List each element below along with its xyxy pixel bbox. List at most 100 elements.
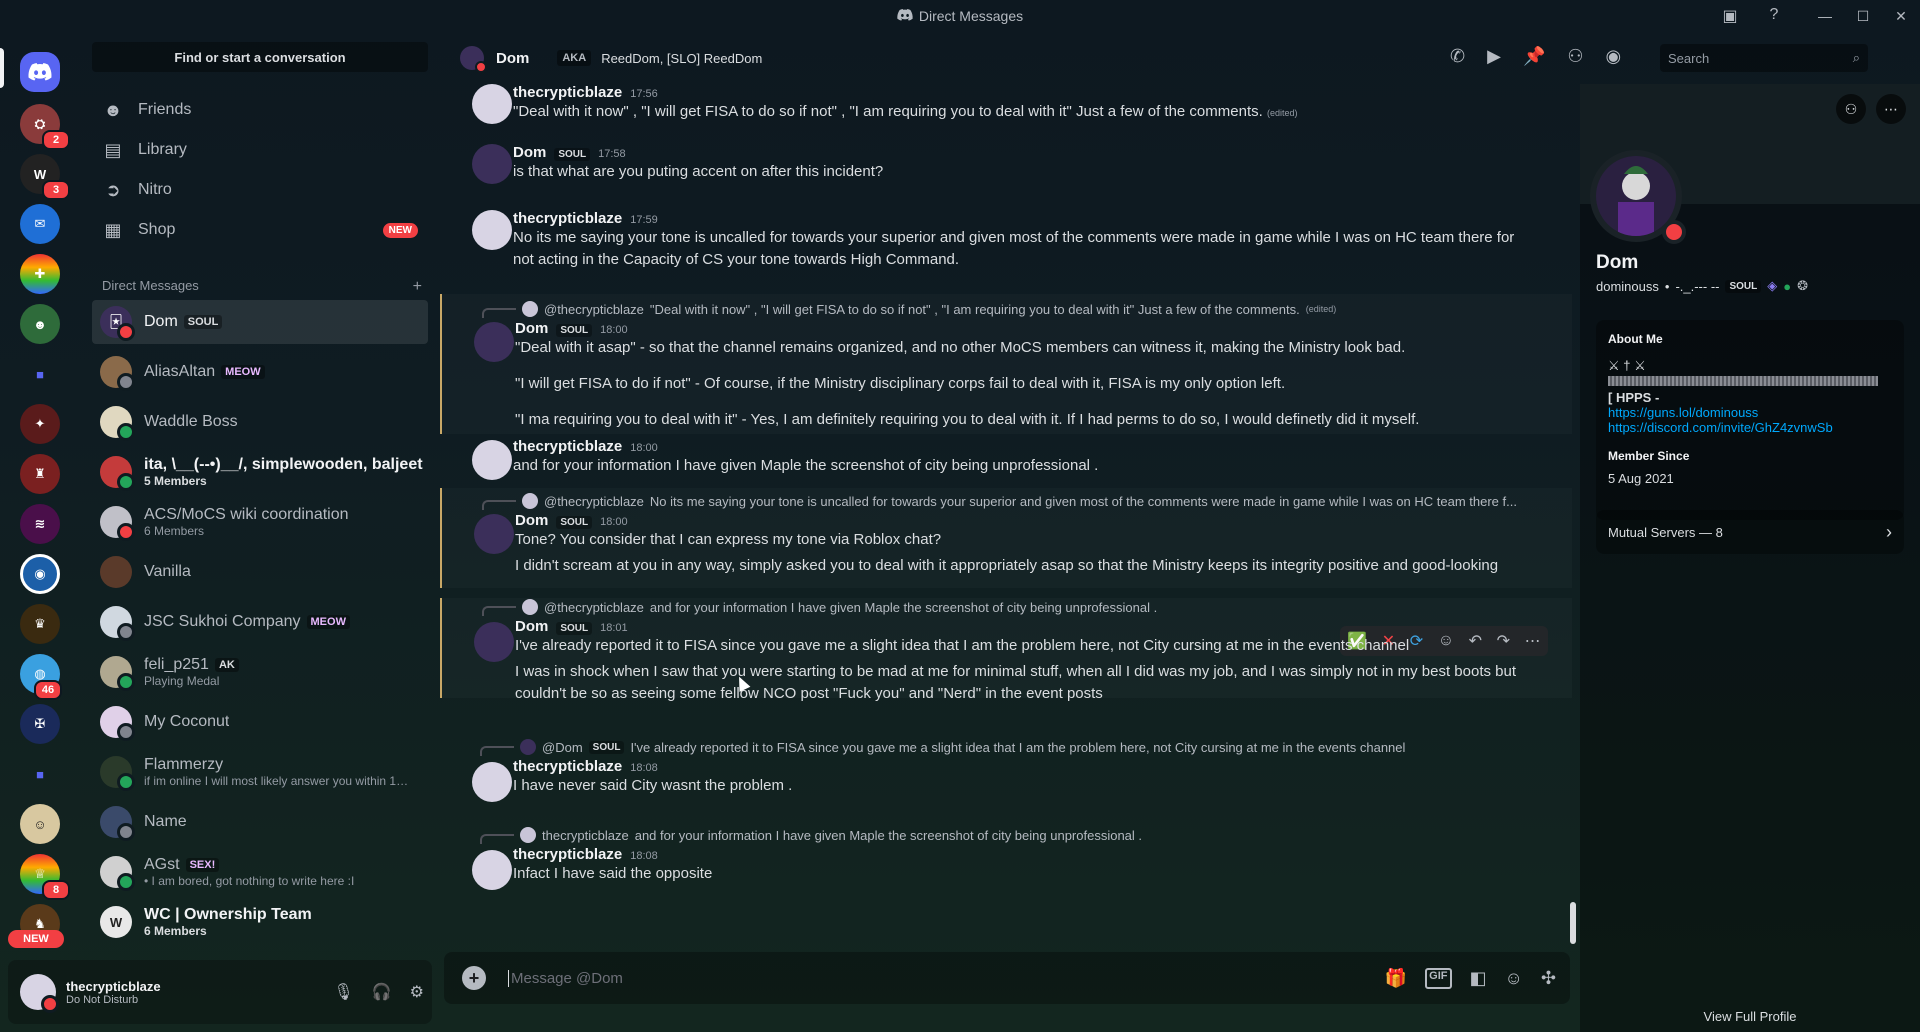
dm-item[interactable]: AliasAltan MEOW bbox=[92, 350, 428, 394]
message-author[interactable]: thecrypticblaze bbox=[513, 758, 622, 775]
message-avatar[interactable] bbox=[474, 322, 514, 362]
nav-shop[interactable]: ▦ Shop NEW bbox=[92, 212, 428, 248]
message[interactable]: thecrypticblaze 18:00 and for your inform… bbox=[440, 438, 1572, 488]
profile-link[interactable]: https://guns.lol/dominouss bbox=[1608, 405, 1892, 420]
attach-plus-icon[interactable]: + bbox=[462, 966, 486, 990]
message[interactable]: @thecrypticblaze "Deal with it now" , "I… bbox=[440, 294, 1572, 434]
dm-item[interactable]: Flammerzy if im online I will most likely… bbox=[92, 750, 428, 794]
new-unreads-pill[interactable]: NEW bbox=[8, 930, 64, 948]
more-options-icon[interactable]: ⋯ bbox=[1876, 94, 1906, 124]
server-icon[interactable]: ✉ bbox=[20, 204, 60, 244]
message[interactable]: @thecrypticblaze No its me saying your t… bbox=[440, 488, 1572, 588]
profile-username[interactable]: dominouss bbox=[1596, 279, 1659, 294]
reply-preview[interactable]: @Dom SOUL I've already reported it to FI… bbox=[480, 738, 1405, 756]
sticker-icon[interactable]: ◧ bbox=[1470, 968, 1487, 989]
gif-icon[interactable]: GIF bbox=[1425, 967, 1452, 989]
message-author[interactable]: thecrypticblaze bbox=[513, 210, 622, 227]
home-button[interactable] bbox=[20, 52, 60, 92]
user-profile-icon[interactable]: ◉ bbox=[1606, 46, 1622, 67]
pinned-messages-icon[interactable]: 📌 bbox=[1523, 46, 1545, 67]
reply-preview[interactable]: @thecrypticblaze "Deal with it now" , "I… bbox=[482, 300, 1336, 318]
headphones-icon[interactable]: 🎧 bbox=[372, 982, 392, 1002]
message[interactable]: thecrypticblaze and for your information… bbox=[440, 826, 1572, 906]
message-author[interactable]: Dom bbox=[513, 144, 546, 161]
maximize-icon[interactable]: ☐ bbox=[1844, 8, 1882, 25]
dm-item[interactable]: ACS/MoCS wiki coordination 6 Members bbox=[92, 500, 428, 544]
hypesquad-badge-icon[interactable]: ◈ bbox=[1767, 278, 1777, 294]
server-icon[interactable]: ≋ bbox=[20, 504, 60, 544]
server-icon[interactable]: ♛ bbox=[20, 604, 60, 644]
apps-icon[interactable]: ✣ bbox=[1541, 968, 1556, 989]
nav-nitro[interactable]: ➲ Nitro bbox=[92, 172, 428, 208]
add-friend-icon[interactable]: ⚇ bbox=[1836, 94, 1866, 124]
gift-icon[interactable]: 🎁 bbox=[1385, 968, 1407, 989]
message-avatar[interactable] bbox=[474, 622, 514, 662]
reply-preview[interactable]: @thecrypticblaze and for your informatio… bbox=[482, 598, 1157, 616]
search-input[interactable]: Search ⌕ bbox=[1660, 44, 1868, 72]
minimize-icon[interactable]: — bbox=[1806, 8, 1844, 24]
mutual-servers-button[interactable]: Mutual Servers — 8 › bbox=[1596, 510, 1904, 554]
message[interactable]: Dom SOUL 17:58 is that what are you puting… bbox=[440, 144, 1572, 194]
dm-item[interactable]: Waddle Boss bbox=[92, 400, 428, 444]
help-icon[interactable]: ? bbox=[1764, 6, 1784, 26]
message-avatar[interactable] bbox=[474, 514, 514, 554]
message[interactable]: @thecrypticblaze and for your informatio… bbox=[440, 598, 1572, 702]
message-avatar[interactable] bbox=[472, 144, 512, 184]
settings-gear-icon[interactable]: ⚙ bbox=[410, 982, 424, 1002]
message-author[interactable]: Dom bbox=[515, 320, 548, 337]
message[interactable]: thecrypticblaze 17:56 "Deal with it now" … bbox=[440, 84, 1572, 134]
dm-item[interactable]: W WC | Ownership Team 6 Members bbox=[92, 900, 428, 944]
server-icon[interactable]: ☻ bbox=[20, 304, 60, 344]
message[interactable]: @Dom SOUL I've already reported it to FI… bbox=[440, 738, 1572, 818]
message-avatar[interactable] bbox=[472, 210, 512, 250]
message-avatar[interactable] bbox=[472, 84, 512, 124]
active-developer-badge-icon[interactable]: ● bbox=[1783, 279, 1791, 294]
nitro-badge-icon[interactable]: ❂ bbox=[1797, 278, 1808, 294]
reply-preview[interactable]: @thecrypticblaze No its me saying your t… bbox=[482, 492, 1542, 510]
create-dm-plus-icon[interactable]: + bbox=[413, 278, 422, 296]
message-author[interactable]: thecrypticblaze bbox=[513, 84, 622, 101]
find-conversation-button[interactable]: Find or start a conversation bbox=[92, 42, 428, 72]
add-friends-to-dm-icon[interactable]: ⚇ bbox=[1567, 46, 1583, 67]
server-icon[interactable]: ✦ bbox=[20, 404, 60, 444]
scrollbar-thumb[interactable] bbox=[1570, 902, 1576, 944]
dm-item[interactable]: My Coconut bbox=[92, 700, 428, 744]
dm-item[interactable]: JSC Sukhoi Company MEOW bbox=[92, 600, 428, 644]
message-input[interactable] bbox=[508, 969, 1308, 987]
dm-item[interactable]: feli_p251 AK Playing Medal bbox=[92, 650, 428, 694]
message-author[interactable]: Dom bbox=[515, 512, 548, 529]
server-icon[interactable]: ◉ bbox=[20, 554, 60, 594]
profile-link[interactable]: https://discord.com/invite/GhZ4zvnwSb bbox=[1608, 420, 1892, 435]
dm-item[interactable]: Vanilla bbox=[92, 550, 428, 594]
dm-item[interactable]: 🃏 Dom SOUL bbox=[92, 300, 428, 344]
message-author[interactable]: thecrypticblaze bbox=[513, 846, 622, 863]
chat-title[interactable]: Dom bbox=[496, 50, 529, 67]
message[interactable]: thecrypticblaze 17:59 No its me saying yo… bbox=[440, 210, 1572, 290]
folder-icon[interactable]: ■ bbox=[20, 754, 60, 794]
message-avatar[interactable] bbox=[472, 762, 512, 802]
close-icon[interactable]: ✕ bbox=[1882, 8, 1920, 25]
video-call-icon[interactable]: ▶ bbox=[1487, 46, 1501, 67]
dm-item[interactable]: ita, \__(--•)__/, simplewooden, baljeet 5… bbox=[92, 450, 428, 494]
message-avatar[interactable] bbox=[472, 850, 512, 890]
server-icon[interactable]: ✠ bbox=[20, 704, 60, 744]
message-avatar[interactable] bbox=[472, 440, 512, 480]
server-icon[interactable]: ♜ bbox=[20, 454, 60, 494]
nav-friends[interactable]: ☻ Friends bbox=[92, 92, 428, 128]
dm-item[interactable]: Name bbox=[92, 800, 428, 844]
inbox-icon[interactable]: ▣ bbox=[1720, 6, 1740, 26]
friends-icon: ☻ bbox=[103, 99, 123, 120]
server-icon[interactable]: ✚ bbox=[20, 254, 60, 294]
dm-item[interactable]: AGst SEX! • I am bored, got nothing to wri… bbox=[92, 850, 428, 894]
message-author[interactable]: thecrypticblaze bbox=[513, 438, 622, 455]
server-icon[interactable]: ☺ bbox=[20, 804, 60, 844]
user-avatar[interactable] bbox=[20, 974, 59, 1013]
view-full-profile-button[interactable]: View Full Profile bbox=[1580, 1009, 1920, 1024]
nav-library[interactable]: ▤ Library bbox=[92, 132, 428, 168]
microphone-icon[interactable]: 🎙 bbox=[333, 982, 353, 1002]
reply-preview[interactable]: thecrypticblaze and for your information… bbox=[480, 826, 1142, 844]
voice-call-icon[interactable]: ✆ bbox=[1450, 46, 1465, 67]
folder-icon[interactable]: ■ bbox=[20, 354, 60, 394]
emoji-icon[interactable]: ☺ bbox=[1505, 968, 1523, 989]
message-author[interactable]: Dom bbox=[515, 618, 548, 635]
